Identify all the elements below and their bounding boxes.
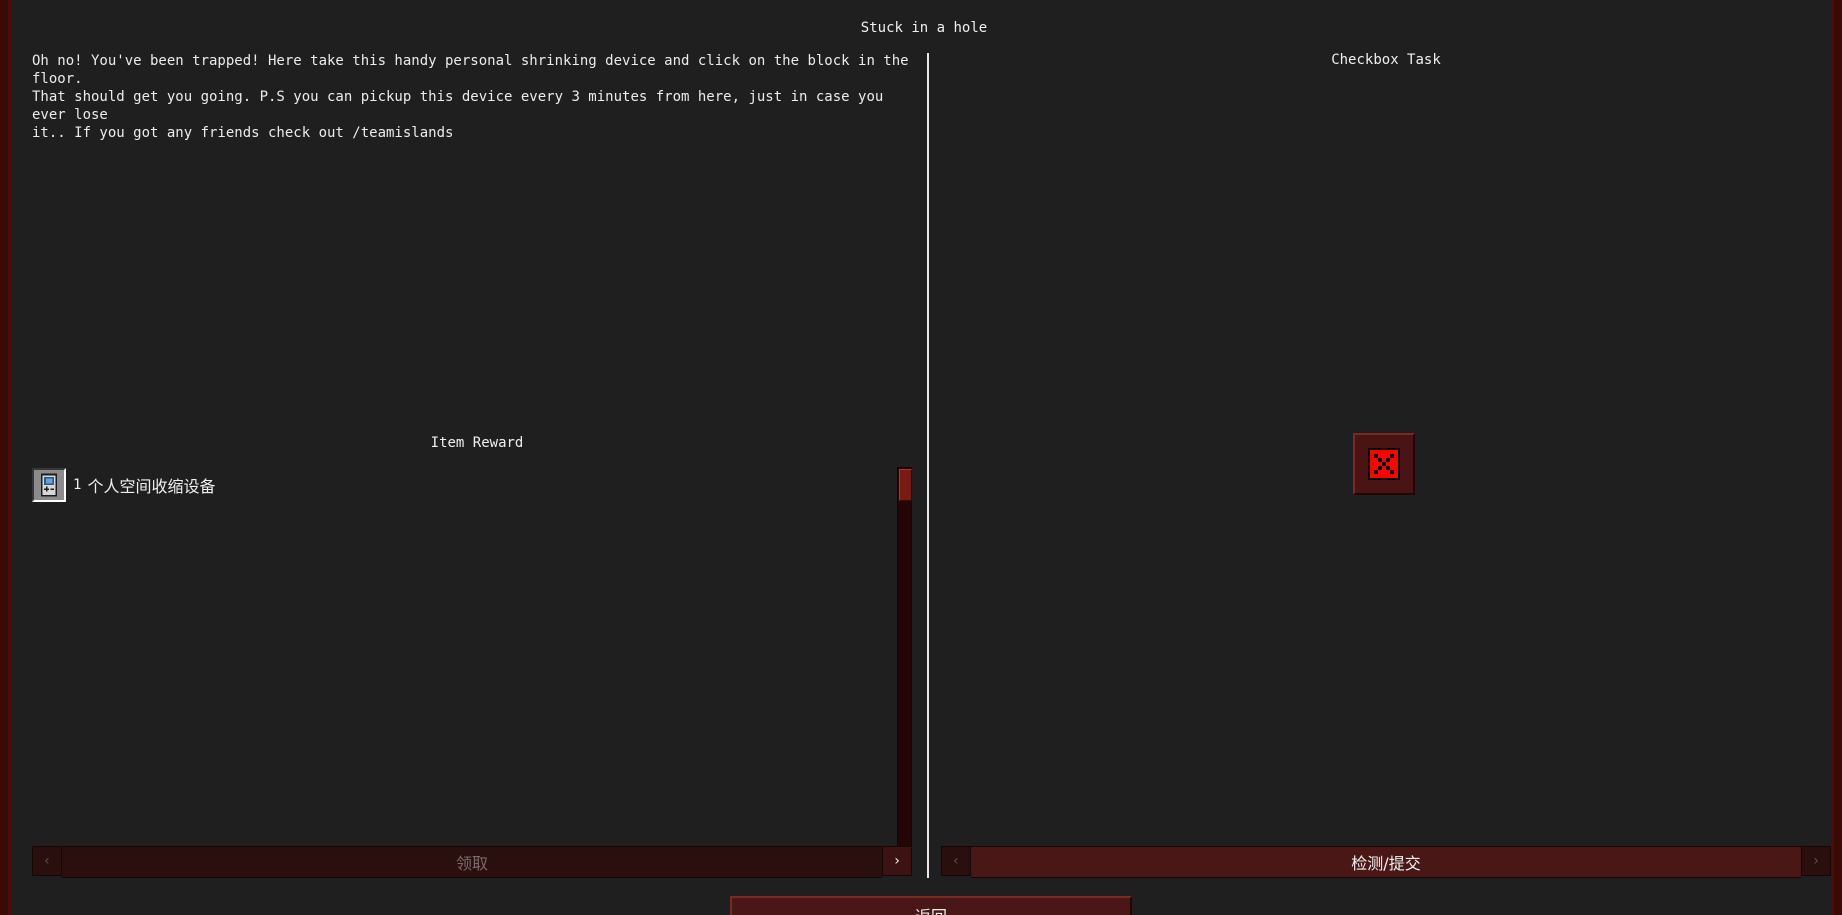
quest-description: Oh no! You've been trapped! Here take th… (32, 53, 909, 141)
submit-bar: ‹ 检测/提交 › (941, 846, 1831, 878)
task-prev-button[interactable]: ‹ (941, 846, 971, 876)
reward-section-title: Item Reward (430, 435, 524, 451)
reward-item-count: 1 (73, 477, 82, 493)
reward-scrollbar[interactable] (897, 467, 912, 848)
claim-bar: ‹ 领取 › (32, 846, 912, 878)
handheld-device-icon[interactable] (32, 468, 66, 502)
reward-item[interactable]: 1 个人空间收缩设备 (32, 467, 215, 503)
task-section-title: Checkbox Task (1331, 52, 1441, 68)
task-checkbox[interactable] (1353, 433, 1415, 495)
task-next-button[interactable]: › (1801, 846, 1831, 876)
reward-next-button[interactable]: › (882, 846, 912, 876)
red-x-icon (1368, 448, 1400, 480)
quest-title: Stuck in a hole (860, 20, 988, 36)
detect-submit-button[interactable]: 检测/提交 (971, 846, 1801, 878)
panel-divider (927, 53, 929, 878)
scrollbar-thumb[interactable] (899, 469, 912, 501)
quest-window: Stuck in a hole Oh no! You've been trapp… (8, 0, 1834, 915)
back-button[interactable]: 返回 (730, 896, 1132, 915)
claim-button[interactable]: 领取 (62, 846, 882, 878)
reward-prev-button[interactable]: ‹ (32, 846, 62, 876)
reward-item-name: 个人空间收缩设备 (87, 477, 216, 496)
